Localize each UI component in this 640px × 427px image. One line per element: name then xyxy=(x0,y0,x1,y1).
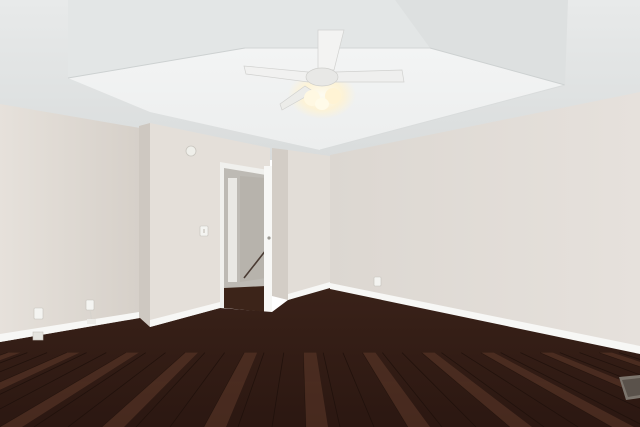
doorway-right-wall xyxy=(272,148,288,300)
hallway-floor xyxy=(224,286,266,312)
fan-light-bulb xyxy=(315,98,329,110)
wall-column-side xyxy=(139,123,150,327)
room-scene xyxy=(0,0,640,427)
wall-outlet-icon xyxy=(33,307,44,320)
door-knob[interactable] xyxy=(267,236,271,240)
wall-outlet-icon xyxy=(32,331,44,341)
doorway[interactable] xyxy=(220,162,272,312)
fan-blade xyxy=(334,69,405,83)
wall-outlet-icon xyxy=(373,276,382,287)
light-switch-icon[interactable] xyxy=(199,225,209,237)
hallway-door xyxy=(228,178,237,282)
left-wall xyxy=(0,104,140,342)
doorway-right-wall-front xyxy=(288,150,330,300)
smoke-detector-icon xyxy=(185,145,197,157)
fan-hub xyxy=(305,67,339,87)
